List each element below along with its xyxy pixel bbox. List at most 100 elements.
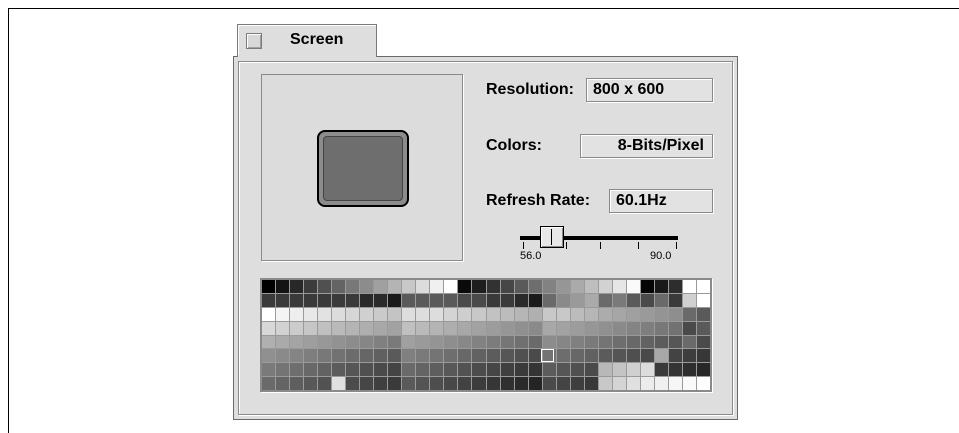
palette-swatch[interactable] — [682, 293, 696, 307]
palette-grid[interactable] — [262, 280, 710, 390]
palette-swatch[interactable] — [444, 363, 458, 377]
palette-swatch[interactable] — [304, 377, 318, 390]
palette-swatch[interactable] — [500, 307, 514, 321]
palette-swatch[interactable] — [472, 363, 486, 377]
palette-swatch[interactable] — [374, 280, 388, 293]
palette-swatch[interactable] — [402, 321, 416, 335]
colors-menu[interactable]: 8-Bits/Pixel — [580, 134, 713, 158]
palette-swatch[interactable] — [612, 349, 626, 363]
palette-swatch[interactable] — [472, 280, 486, 293]
palette-swatch[interactable] — [668, 377, 682, 390]
palette-swatch[interactable] — [430, 335, 444, 349]
palette-swatch[interactable] — [430, 321, 444, 335]
palette-swatch[interactable] — [528, 363, 542, 377]
palette-swatch[interactable] — [290, 307, 304, 321]
palette-swatch[interactable] — [514, 349, 528, 363]
palette-swatch[interactable] — [696, 280, 710, 293]
palette-swatch[interactable] — [570, 349, 584, 363]
palette-swatch[interactable] — [332, 349, 346, 363]
palette-swatch[interactable] — [640, 280, 654, 293]
palette-swatch[interactable] — [374, 349, 388, 363]
palette-swatch[interactable] — [598, 377, 612, 390]
palette-swatch[interactable] — [542, 363, 556, 377]
palette-swatch[interactable] — [696, 307, 710, 321]
palette-swatch[interactable] — [262, 307, 276, 321]
palette-swatch[interactable] — [612, 321, 626, 335]
palette-swatch[interactable] — [346, 293, 360, 307]
palette-swatch[interactable] — [332, 280, 346, 293]
palette-swatch[interactable] — [626, 377, 640, 390]
palette-swatch[interactable] — [514, 363, 528, 377]
palette-swatch[interactable] — [682, 363, 696, 377]
palette-swatch[interactable] — [668, 307, 682, 321]
palette-swatch[interactable] — [654, 377, 668, 390]
palette-swatch[interactable] — [374, 293, 388, 307]
palette-swatch[interactable] — [444, 335, 458, 349]
palette-swatch[interactable] — [430, 349, 444, 363]
palette-swatch[interactable] — [640, 335, 654, 349]
palette-swatch[interactable] — [262, 349, 276, 363]
palette-swatch[interactable] — [584, 293, 598, 307]
palette-swatch[interactable] — [542, 307, 556, 321]
palette-swatch[interactable] — [402, 307, 416, 321]
palette-swatch[interactable] — [360, 321, 374, 335]
palette-swatch[interactable] — [542, 377, 556, 390]
palette-swatch[interactable] — [556, 280, 570, 293]
palette-swatch[interactable] — [458, 321, 472, 335]
palette-swatch[interactable] — [682, 280, 696, 293]
palette-swatch[interactable] — [696, 335, 710, 349]
palette-swatch[interactable] — [444, 377, 458, 390]
palette-swatch[interactable] — [598, 363, 612, 377]
palette-swatch[interactable] — [598, 335, 612, 349]
palette-swatch[interactable] — [472, 335, 486, 349]
palette-swatch[interactable] — [612, 307, 626, 321]
palette-swatch[interactable] — [276, 293, 290, 307]
palette-swatch[interactable] — [276, 377, 290, 390]
palette-swatch[interactable] — [486, 363, 500, 377]
palette-swatch[interactable] — [360, 349, 374, 363]
palette-swatch[interactable] — [458, 363, 472, 377]
palette-swatch[interactable] — [696, 377, 710, 390]
palette-swatch[interactable] — [360, 377, 374, 390]
palette-swatch[interactable] — [500, 335, 514, 349]
palette-swatch[interactable] — [668, 335, 682, 349]
palette-swatch[interactable] — [570, 293, 584, 307]
palette-swatch[interactable] — [388, 335, 402, 349]
palette-swatch[interactable] — [458, 293, 472, 307]
palette-swatch[interactable] — [556, 293, 570, 307]
palette-swatch[interactable] — [542, 335, 556, 349]
palette-swatch[interactable] — [654, 363, 668, 377]
palette-swatch[interactable] — [388, 363, 402, 377]
palette-swatch[interactable] — [318, 293, 332, 307]
resolution-menu[interactable]: 800 x 600 — [586, 78, 713, 102]
palette-swatch[interactable] — [584, 335, 598, 349]
palette-swatch[interactable] — [654, 280, 668, 293]
palette-swatch[interactable] — [304, 321, 318, 335]
palette-swatch[interactable] — [570, 377, 584, 390]
palette-swatch[interactable] — [332, 307, 346, 321]
palette-swatch[interactable] — [304, 349, 318, 363]
palette-swatch[interactable] — [668, 363, 682, 377]
palette-swatch[interactable] — [528, 321, 542, 335]
palette-swatch[interactable] — [668, 321, 682, 335]
palette-swatch[interactable] — [262, 293, 276, 307]
palette-swatch[interactable] — [346, 349, 360, 363]
tab-screen[interactable]: Screen — [237, 24, 377, 57]
palette-swatch[interactable] — [612, 335, 626, 349]
palette-swatch[interactable] — [276, 280, 290, 293]
palette-swatch[interactable] — [416, 321, 430, 335]
palette-swatch[interactable] — [360, 307, 374, 321]
color-palette[interactable] — [260, 278, 712, 392]
slider-thumb[interactable] — [540, 226, 564, 248]
palette-swatch[interactable] — [458, 335, 472, 349]
palette-swatch[interactable] — [332, 293, 346, 307]
palette-swatch[interactable] — [556, 349, 570, 363]
palette-swatch[interactable] — [486, 321, 500, 335]
palette-swatch[interactable] — [528, 280, 542, 293]
palette-swatch[interactable] — [290, 349, 304, 363]
palette-swatch[interactable] — [346, 280, 360, 293]
palette-swatch[interactable] — [360, 280, 374, 293]
palette-swatch[interactable] — [598, 321, 612, 335]
palette-swatch[interactable] — [542, 321, 556, 335]
palette-swatch[interactable] — [318, 377, 332, 390]
